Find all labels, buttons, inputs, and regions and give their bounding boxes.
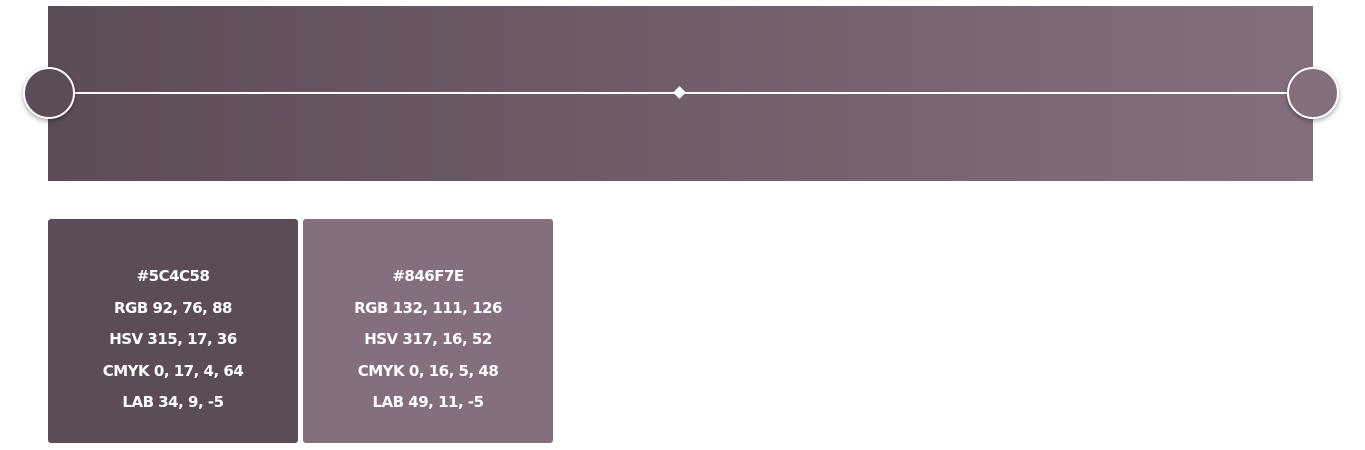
swatch-cmyk: CMYK 0, 17, 4, 64 — [102, 361, 244, 380]
gradient-end-stop-handle[interactable] — [1287, 67, 1339, 119]
swatch-lab: LAB 34, 9, -5 — [122, 393, 224, 411]
swatch-hex: #5C4C58 — [136, 267, 210, 285]
swatch-hex: #846F7E — [392, 267, 464, 285]
end-color-swatch[interactable]: #846F7E RGB 132, 111, 126 HSV 317, 16, 5… — [303, 219, 553, 443]
swatch-rgb: RGB 132, 111, 126 — [354, 298, 502, 317]
swatch-lab: LAB 49, 11, -5 — [372, 393, 484, 411]
swatch-hsv: HSV 315, 17, 36 — [109, 330, 237, 348]
swatch-rgb: RGB 92, 76, 88 — [114, 298, 232, 317]
start-color-swatch[interactable]: #5C4C58 RGB 92, 76, 88 HSV 315, 17, 36 C… — [48, 219, 298, 443]
gradient-start-stop-handle[interactable] — [23, 67, 75, 119]
swatch-hsv: HSV 317, 16, 52 — [364, 330, 492, 348]
color-swatches: #5C4C58 RGB 92, 76, 88 HSV 315, 17, 36 C… — [48, 219, 553, 443]
swatch-cmyk: CMYK 0, 16, 5, 48 — [357, 361, 499, 380]
